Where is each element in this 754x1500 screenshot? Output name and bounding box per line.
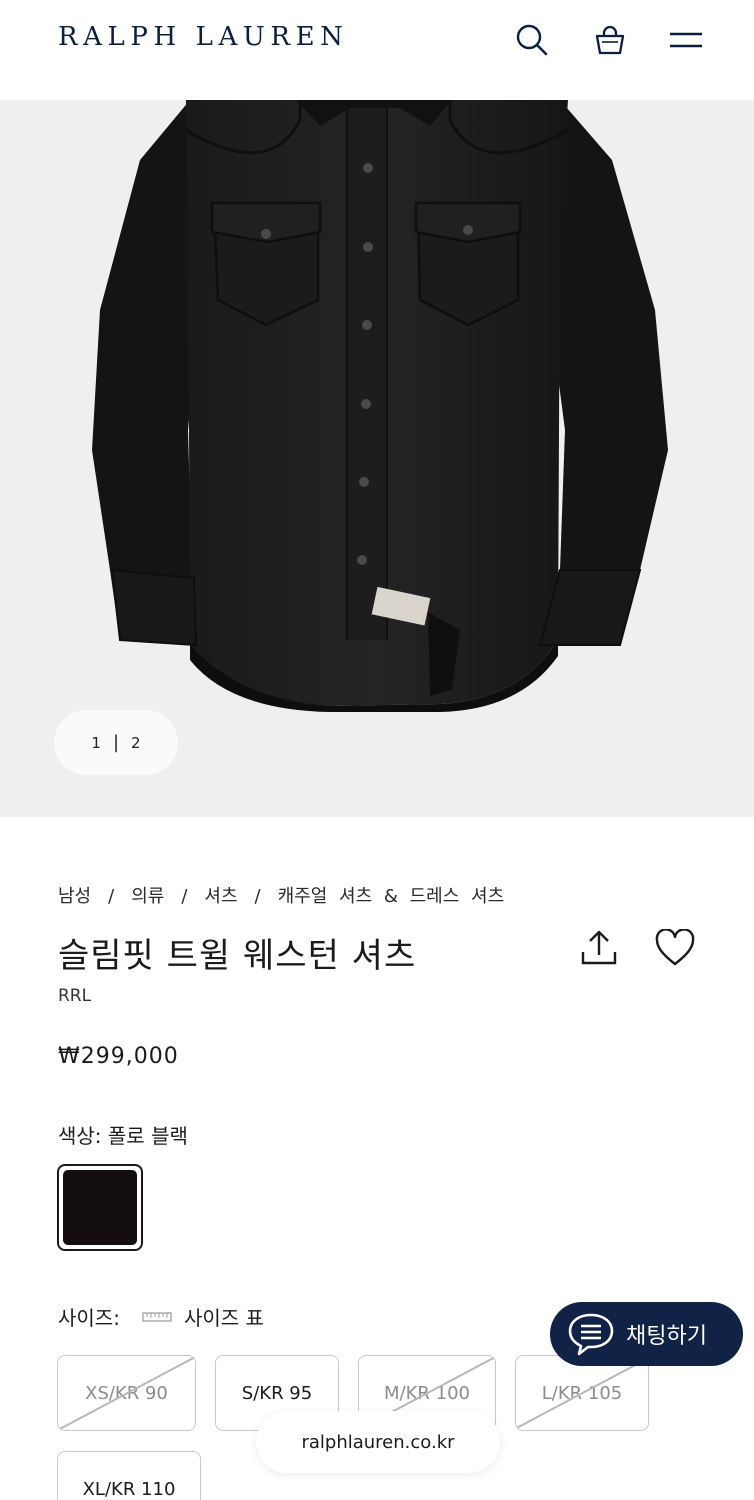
breadcrumb-item[interactable]: 캐주얼 셔츠 & 드레스 셔츠 <box>278 882 505 908</box>
size-option-label: L/KR 105 <box>541 1382 623 1404</box>
size-option-label: XL/KR 110 <box>82 1478 176 1500</box>
ruler-icon <box>142 1311 172 1322</box>
product-brand[interactable]: RRL <box>58 986 91 1006</box>
brand-logo[interactable]: RALPH LAUREN <box>58 22 349 52</box>
color-label: 색상: <box>58 1124 102 1148</box>
size-option-label: XS/KR 90 <box>85 1382 168 1404</box>
size-option-l[interactable]: L/KR 105 <box>515 1355 649 1431</box>
size-option-label: S/KR 95 <box>241 1382 313 1404</box>
breadcrumb-separator: / <box>108 886 115 907</box>
product-price: ₩299,000 <box>58 1044 179 1069</box>
url-text: ralphlauren.co.kr <box>301 1431 455 1453</box>
chat-bubble-icon <box>568 1313 614 1356</box>
pager-total: 2 <box>131 733 141 752</box>
pager-separator: | <box>112 732 120 753</box>
shopping-bag-icon[interactable] <box>590 20 630 60</box>
chat-button[interactable]: 채팅하기 <box>550 1302 743 1366</box>
pager-current: 1 <box>91 733 101 752</box>
chat-label: 채팅하기 <box>626 1324 707 1349</box>
breadcrumb-item[interactable]: 의류 <box>131 882 164 908</box>
size-option-xs[interactable]: XS/KR 90 <box>57 1355 196 1431</box>
product-title: 슬림핏 트윌 웨스턴 셔츠 <box>58 936 417 976</box>
wishlist-heart-icon[interactable] <box>654 926 696 970</box>
size-selection-header: 사이즈: 사이즈 표 <box>58 1302 264 1331</box>
breadcrumb: 남성 / 의류 / 셔츠 / 캐주얼 셔츠 & 드레스 셔츠 <box>58 882 504 908</box>
color-swatch-polo-black[interactable] <box>57 1164 143 1251</box>
share-icon[interactable] <box>578 926 620 970</box>
size-guide-link[interactable]: 사이즈 표 <box>142 1302 264 1331</box>
search-icon[interactable] <box>512 20 552 60</box>
color-selection: 색상: 폴로 블랙 <box>58 1120 188 1149</box>
color-value: 폴로 블랙 <box>107 1124 188 1148</box>
size-label: 사이즈: <box>58 1306 120 1330</box>
breadcrumb-separator: / <box>181 886 188 907</box>
size-guide-label: 사이즈 표 <box>183 1306 264 1330</box>
site-header: RALPH LAUREN <box>0 0 754 100</box>
size-option-label: M/KR 100 <box>384 1382 470 1404</box>
breadcrumb-item[interactable]: 셔츠 <box>204 882 237 908</box>
product-image-gallery[interactable]: 1 | 2 <box>0 100 754 817</box>
size-option-xl[interactable]: XL/KR 110 <box>57 1451 201 1500</box>
breadcrumb-item[interactable]: 남성 <box>58 882 91 908</box>
menu-icon[interactable] <box>666 20 706 60</box>
breadcrumb-separator: / <box>254 886 261 907</box>
swatch-fill <box>63 1170 137 1245</box>
browser-url-bar[interactable]: ralphlauren.co.kr <box>256 1411 500 1473</box>
gallery-pager[interactable]: 1 | 2 <box>54 710 178 775</box>
